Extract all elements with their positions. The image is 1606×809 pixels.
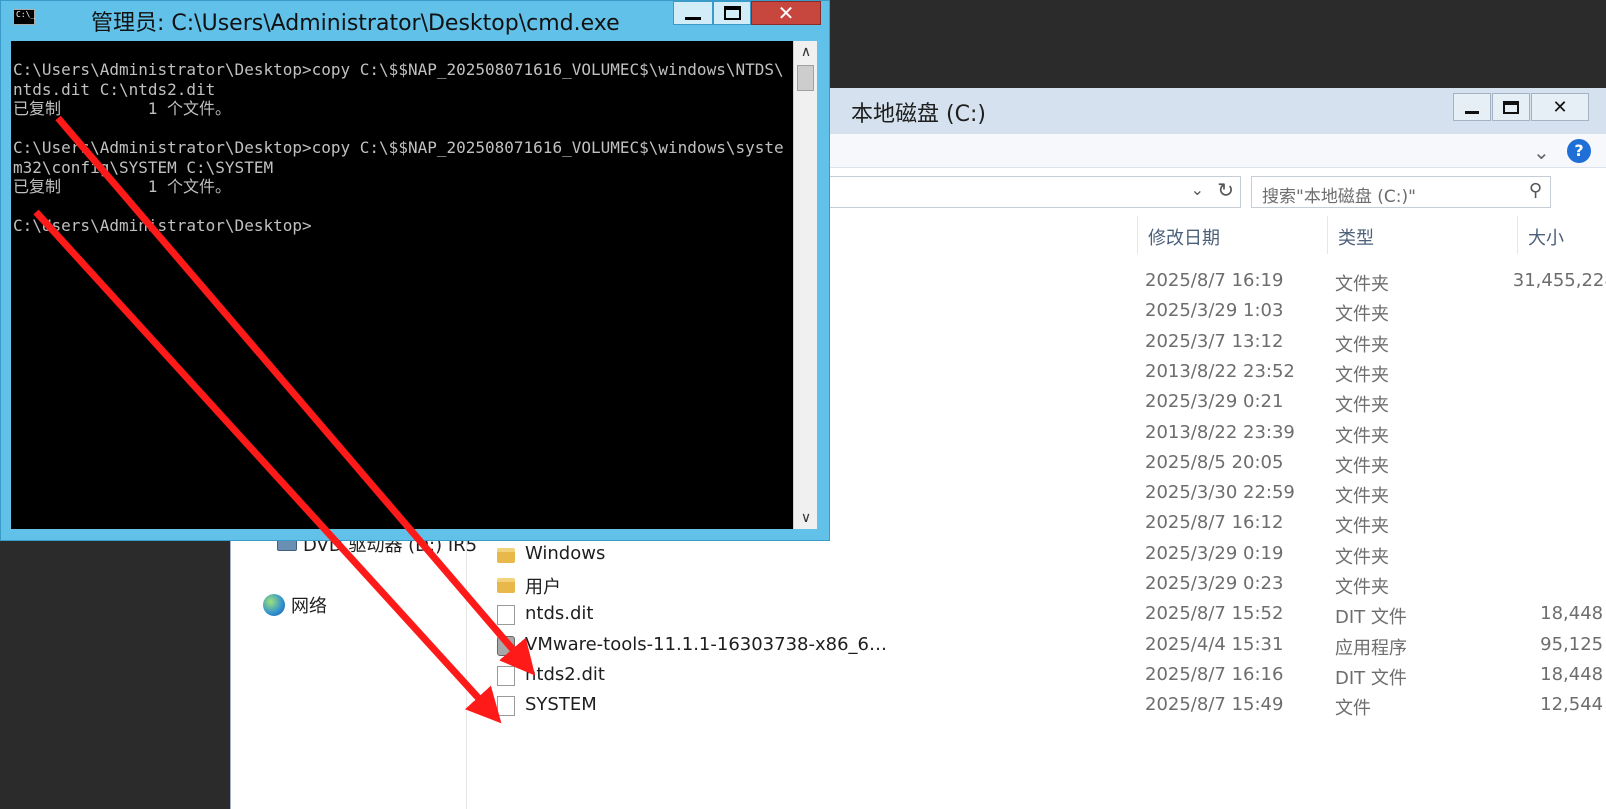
minimize-icon xyxy=(685,16,701,20)
console-line: m32\config\SYSTEM C:\SYSTEM xyxy=(13,157,274,177)
maximize-icon xyxy=(723,6,741,20)
scrollbar-thumb[interactable] xyxy=(797,65,814,91)
search-placeholder: 搜索"本地磁盘 (C:)" xyxy=(1262,187,1416,207)
chevron-down-icon[interactable]: ⌄ xyxy=(1191,180,1204,199)
file-date: 2025/3/29 1:03 xyxy=(1145,300,1284,322)
file-type: 文件夹 xyxy=(1335,455,1389,477)
file-row[interactable]: Windows 2025/3/29 0:19 文件夹 xyxy=(467,539,1467,569)
console-line: ntds.dit C:\ntds2.dit xyxy=(13,79,216,99)
column-header-type[interactable]: 类型 xyxy=(1327,216,1517,254)
close-icon: ✕ xyxy=(777,1,795,25)
file-size: 12,544 KB xyxy=(1540,694,1606,716)
file-type: 应用程序 xyxy=(1335,637,1407,659)
file-name: SYSTEM xyxy=(525,694,597,716)
console-output[interactable]: C:\Users\Administrator\Desktop>copy C:\$… xyxy=(11,41,793,529)
file-type: 文件 xyxy=(1335,698,1371,720)
refresh-icon[interactable]: ↻ xyxy=(1217,178,1234,202)
network-icon xyxy=(263,594,285,616)
file-date: 2025/8/7 16:12 xyxy=(1145,512,1284,534)
file-name: ntds2.dit xyxy=(525,663,605,685)
file-type: 文件夹 xyxy=(1335,577,1389,598)
file-size: 18,448 KB xyxy=(1540,603,1606,625)
cmd-close-button[interactable]: ✕ xyxy=(751,1,821,25)
file-type: 文件夹 xyxy=(1335,425,1389,447)
console-line: C:\Users\Administrator\Desktop> xyxy=(13,216,312,235)
file-date: 2025/8/7 16:16 xyxy=(1145,663,1284,685)
file-size: 95,125 KB xyxy=(1540,633,1606,655)
scroll-up-icon[interactable]: ∧ xyxy=(794,41,818,63)
file-date: 2025/3/30 22:59 xyxy=(1145,482,1295,504)
cmd-window: C:\_ 管理员: C:\Users\Administrator\Desktop… xyxy=(0,0,830,541)
console-line: 已复制 1 个文件。 xyxy=(13,99,231,118)
file-name: Windows xyxy=(525,542,606,564)
file-name: 用户 xyxy=(525,577,561,598)
search-input[interactable]: 搜索"本地磁盘 (C:)" ⚲ xyxy=(1251,176,1551,208)
file-date: 2025/4/4 15:31 xyxy=(1145,633,1284,655)
file-type: 文件夹 xyxy=(1335,546,1389,568)
file-date: 2025/3/29 0:23 xyxy=(1145,573,1284,594)
file-type: 文件夹 xyxy=(1335,334,1389,356)
file-icon xyxy=(497,605,515,626)
console-line: 已复制 1 个文件。 xyxy=(13,177,231,196)
file-row[interactable]: ntds.dit 2025/8/7 15:52 DIT 文件 18,448 KB xyxy=(467,599,1606,629)
cmd-minimize-button[interactable] xyxy=(673,1,713,25)
file-row[interactable]: SYSTEM 2025/8/7 15:49 文件 12,544 KB xyxy=(467,690,1606,720)
file-type: 文件夹 xyxy=(1335,486,1389,508)
file-name: ntds.dit xyxy=(525,603,594,625)
file-type: 文件夹 xyxy=(1335,395,1389,417)
file-date: 2025/3/7 13:12 xyxy=(1145,330,1284,352)
help-icon[interactable]: ? xyxy=(1567,139,1591,163)
file-name: VMware-tools-11.1.1-16303738-x86_64.e... xyxy=(525,633,895,655)
nav-item-label: 网络 xyxy=(291,596,327,617)
scroll-down-icon[interactable]: ∨ xyxy=(794,507,818,529)
maximize-icon xyxy=(1503,100,1519,114)
minimize-icon xyxy=(1465,110,1479,114)
exe-icon xyxy=(497,635,515,656)
file-type: DIT 文件 xyxy=(1335,607,1407,629)
folder-icon xyxy=(497,578,515,593)
file-date: 2013/8/22 23:39 xyxy=(1145,421,1295,443)
file-date: 2025/8/7 15:52 xyxy=(1145,603,1284,625)
file-type: 文件夹 xyxy=(1335,516,1389,538)
file-row[interactable]: 用户 2025/3/29 0:23 文件夹 xyxy=(467,569,1467,599)
close-icon: ✕ xyxy=(1552,96,1568,118)
nav-item-network[interactable]: 网络 xyxy=(263,592,327,618)
file-date: 2025/3/29 0:21 xyxy=(1145,391,1284,413)
file-row[interactable]: ntds2.dit 2025/8/7 16:16 DIT 文件 18,448 KB xyxy=(467,660,1606,690)
file-date: 2025/8/7 15:49 xyxy=(1145,694,1284,716)
column-header-size[interactable]: 大小 xyxy=(1517,216,1606,254)
console-line: C:\Users\Administrator\Desktop>copy C:\$… xyxy=(13,60,784,79)
explorer-minimize-button[interactable] xyxy=(1453,93,1491,121)
file-icon xyxy=(497,696,515,717)
file-size: 18,448 KB xyxy=(1540,663,1606,685)
explorer-close-button[interactable]: ✕ xyxy=(1531,93,1589,121)
ribbon-expand-chevron-icon[interactable]: ⌄ xyxy=(1533,140,1550,164)
console-line: C:\Users\Administrator\Desktop>copy C:\$… xyxy=(13,138,784,157)
folder-icon xyxy=(497,547,515,563)
file-date: 2025/3/29 0:19 xyxy=(1145,542,1284,564)
file-date: 2025/8/5 20:05 xyxy=(1145,451,1284,473)
cmd-app-icon[interactable]: C:\_ xyxy=(13,9,35,25)
file-date: 2025/8/7 16:19 xyxy=(1145,270,1284,291)
console-text: C:\Users\Administrator\Desktop>copy C:\$… xyxy=(13,60,784,236)
cmd-scrollbar[interactable]: ∧ ∨ xyxy=(793,41,817,529)
file-type: 文件夹 xyxy=(1335,304,1389,326)
file-type: DIT 文件 xyxy=(1335,667,1407,689)
cmd-title: 管理员: C:\Users\Administrator\Desktop\cmd.… xyxy=(91,11,620,36)
search-icon[interactable]: ⚲ xyxy=(1529,180,1542,201)
file-date: 2013/8/22 23:52 xyxy=(1145,360,1295,382)
file-type: 文件夹 xyxy=(1335,274,1389,295)
column-header-date[interactable]: 修改日期 xyxy=(1137,216,1327,254)
file-size: 31,455,228... xyxy=(1512,270,1606,291)
file-icon xyxy=(497,665,515,686)
cmd-maximize-button[interactable] xyxy=(713,1,751,25)
file-row[interactable]: VMware-tools-11.1.1-16303738-x86_64.e...… xyxy=(467,630,1606,660)
explorer-maximize-button[interactable] xyxy=(1492,93,1530,121)
file-type: 文件夹 xyxy=(1335,364,1389,386)
